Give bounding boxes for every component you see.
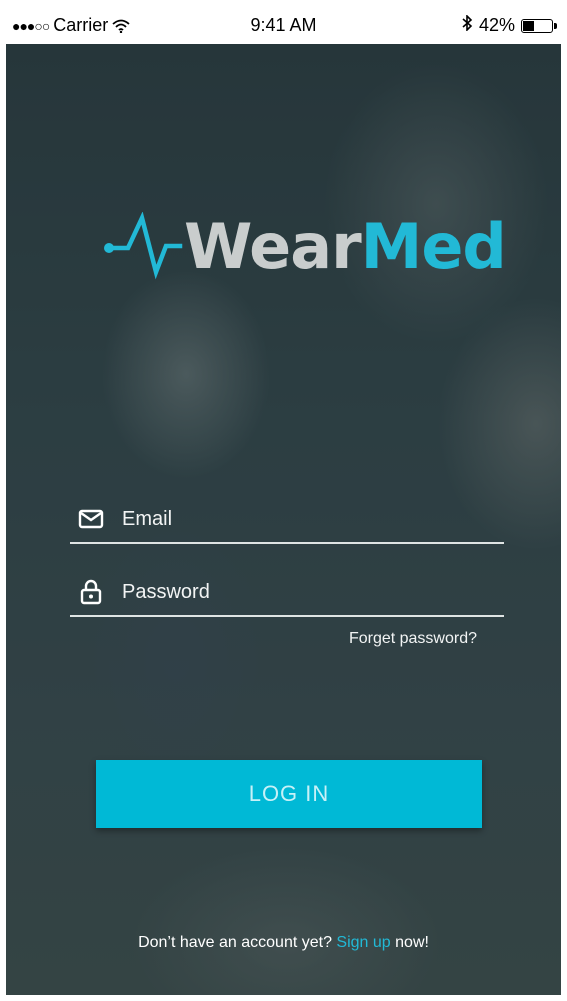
wearmed-logo: WearMed [102, 212, 507, 282]
battery-percent: 42% [478, 15, 515, 35]
brand-name-med: Med [360, 210, 507, 283]
signup-prompt: Don’t have an account yet? Sign up now! [6, 934, 561, 952]
signup-prompt-suffix: now! [395, 934, 429, 951]
battery-icon [521, 18, 557, 33]
email-input[interactable] [122, 502, 492, 536]
signup-link[interactable]: Sign up [336, 934, 390, 951]
login-screen: WearMed Forget password? LOG IN Don’t ha… [6, 44, 561, 995]
battery-level-fill [523, 20, 535, 31]
phone-frame: ●●●○○ Carrier 9:41 AM 42% WearMed Email … [0, 0, 567, 1001]
brand-name-wear: Wear [184, 210, 362, 283]
status-bar: ●●●○○ Carrier 9:41 AM 42% [6, 6, 561, 44]
heartbeat-pulse-icon [104, 212, 183, 280]
signup-prompt-prefix: Don’t have an account yet? [138, 934, 332, 951]
password-input[interactable] [122, 575, 492, 609]
bluetooth-icon [461, 14, 473, 36]
lock-icon [80, 579, 102, 605]
brand-name: WearMed [184, 216, 507, 278]
email-field[interactable] [70, 498, 504, 544]
forgot-password-link[interactable]: Forget password? [349, 630, 477, 648]
password-field[interactable] [70, 571, 504, 617]
login-button[interactable]: LOG IN [96, 760, 482, 828]
envelope-icon [78, 509, 104, 529]
status-right: 42% [461, 14, 557, 36]
